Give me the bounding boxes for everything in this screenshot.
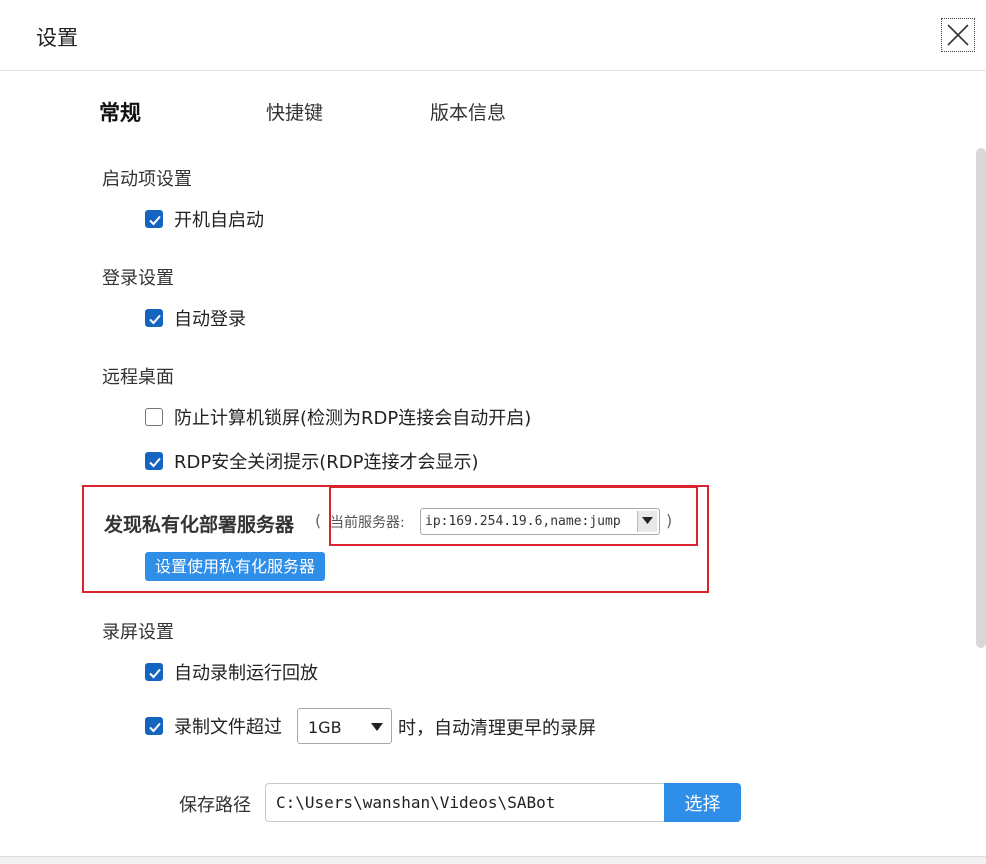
auto-login-label: 自动登录: [174, 309, 246, 330]
settings-dialog: 设置 常规 快捷键 版本信息 启动项设置 开机自启动 登录设置 自动登录 远程桌…: [0, 0, 986, 864]
tab-version-info[interactable]: 版本信息: [430, 98, 506, 125]
auto-record-checkbox[interactable]: [145, 663, 163, 681]
save-path-input[interactable]: [265, 783, 665, 822]
record-limit-label: 录制文件超过: [174, 717, 282, 738]
close-icon: [947, 24, 969, 46]
check-icon: [149, 457, 161, 468]
login-section-title: 登录设置: [102, 268, 174, 289]
rdp-close-tip-checkbox[interactable]: [145, 452, 163, 470]
prevent-lock-label: 防止计算机锁屏(检测为RDP连接会自动开启): [174, 408, 532, 429]
select-arrow-button[interactable]: [637, 511, 657, 532]
auto-record-label: 自动录制运行回放: [174, 663, 318, 684]
private-server-title: 发现私有化部署服务器: [104, 514, 295, 536]
auto-start-option[interactable]: 开机自启动: [145, 208, 264, 231]
paren-close: ): [666, 511, 673, 530]
use-private-server-button[interactable]: 设置使用私有化服务器: [145, 552, 325, 581]
auto-login-option[interactable]: 自动登录: [145, 307, 246, 330]
record-limit-option[interactable]: 录制文件超过: [145, 715, 282, 738]
title-bar: 设置: [0, 0, 986, 71]
recording-section-title: 录屏设置: [102, 622, 174, 643]
prevent-lock-checkbox[interactable]: [145, 408, 163, 426]
rdp-close-tip-label: RDP安全关闭提示(RDP连接才会显示): [174, 452, 479, 473]
prevent-lock-option[interactable]: 防止计算机锁屏(检测为RDP连接会自动开启): [145, 406, 532, 429]
triangle-down-icon: [642, 517, 653, 524]
auto-login-checkbox[interactable]: [145, 309, 163, 327]
close-button[interactable]: [941, 18, 975, 52]
record-limit-after-label: 时，自动清理更早的录屏: [398, 718, 596, 739]
rdp-close-tip-option[interactable]: RDP安全关闭提示(RDP连接才会显示): [145, 450, 479, 473]
tab-shortcuts[interactable]: 快捷键: [266, 98, 323, 125]
auto-start-checkbox[interactable]: [145, 210, 163, 228]
record-size-select[interactable]: 1GB: [297, 708, 392, 744]
startup-section-title: 启动项设置: [102, 169, 192, 190]
record-size-value: 1GB: [308, 718, 342, 737]
scrollbar-thumb[interactable]: [976, 148, 986, 648]
dialog-title: 设置: [36, 26, 78, 50]
choose-path-button[interactable]: 选择: [664, 783, 741, 822]
save-path-label: 保存路径: [179, 795, 251, 816]
remote-section-title: 远程桌面: [102, 367, 174, 388]
auto-record-option[interactable]: 自动录制运行回放: [145, 661, 318, 684]
check-icon: [149, 314, 161, 325]
auto-start-label: 开机自启动: [174, 210, 264, 231]
tab-general[interactable]: 常规: [99, 97, 141, 127]
paren-open: (: [315, 511, 322, 530]
check-icon: [149, 722, 161, 733]
check-icon: [149, 668, 161, 679]
current-server-value: ip:169.254.19.6,name:jump: [425, 514, 621, 529]
record-limit-checkbox[interactable]: [145, 717, 163, 735]
check-icon: [149, 215, 161, 226]
current-server-label: 当前服务器:: [330, 515, 405, 531]
current-server-select[interactable]: ip:169.254.19.6,name:jump: [420, 508, 660, 535]
triangle-down-icon: [371, 723, 383, 731]
